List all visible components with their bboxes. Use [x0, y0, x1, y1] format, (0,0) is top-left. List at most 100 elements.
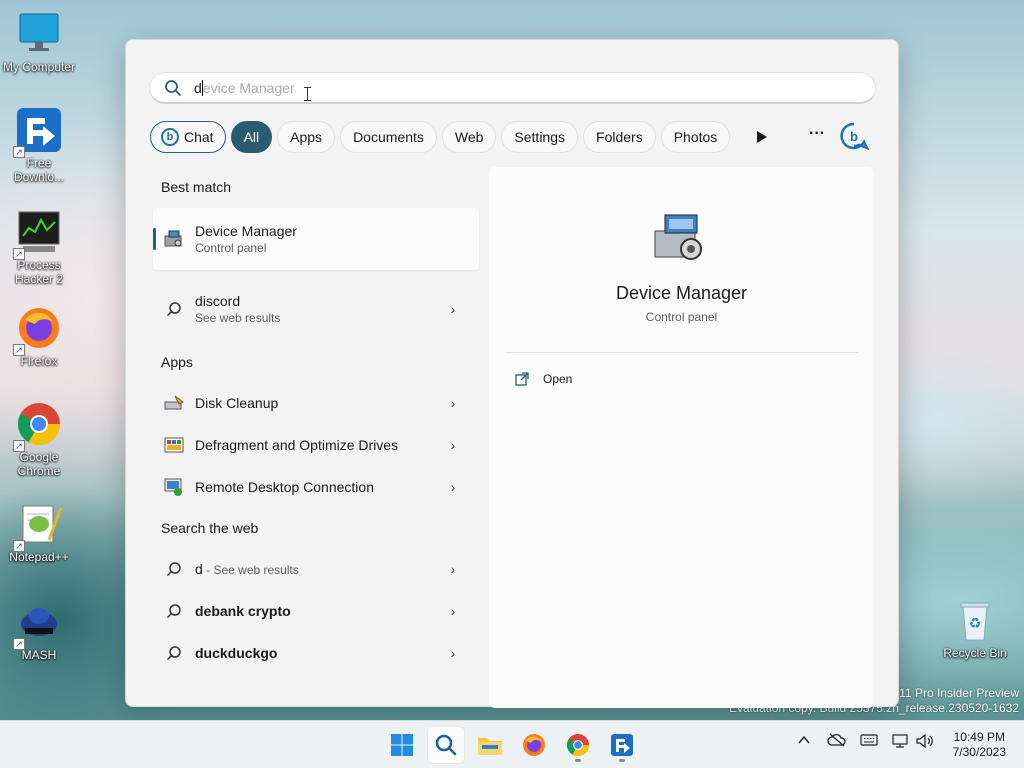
filter-label: Documents — [353, 129, 424, 145]
desktop-icon-google-chrome[interactable]: ↗ Google Chrome — [1, 400, 77, 478]
filter-folders[interactable]: Folders — [583, 121, 656, 153]
app-result-defragment[interactable]: Defragment and Optimize Drives › — [153, 424, 479, 466]
web-suggestion-duckduckgo[interactable]: duckduckgo › — [153, 632, 479, 674]
search-icon — [163, 642, 185, 664]
chevron-right-icon[interactable]: › — [445, 561, 461, 577]
open-external-icon — [515, 372, 529, 386]
chevron-up-icon — [798, 735, 810, 744]
result-title: d — [195, 561, 203, 577]
more-filters-arrow-button[interactable] — [752, 128, 770, 146]
onedrive-status-button[interactable] — [827, 733, 847, 750]
show-hidden-icons-button[interactable] — [797, 733, 811, 750]
desktop-icon-process-hacker[interactable]: ↗ Process Hacker 2 — [1, 208, 77, 286]
web-result-discord[interactable]: discord See web results › — [153, 288, 479, 330]
search-icon — [163, 298, 185, 320]
shortcut-arrow-icon: ↗ — [13, 440, 25, 452]
disk-cleanup-icon — [163, 392, 185, 414]
filter-chat[interactable]: b Chat — [150, 121, 226, 153]
taskbar-chrome[interactable] — [560, 727, 596, 763]
firefox-icon — [523, 734, 545, 756]
defragment-icon — [163, 434, 185, 456]
desktop-icon-mash[interactable]: ↗ MASH — [1, 598, 77, 662]
filter-web[interactable]: Web — [441, 121, 497, 153]
selection-indicator — [153, 228, 156, 250]
app-result-remote-desktop[interactable]: Remote Desktop Connection › — [153, 466, 479, 508]
device-manager-icon — [649, 211, 713, 263]
desktop-icon-free-download[interactable]: ↗ Free Downlo... — [1, 106, 77, 184]
filter-apps[interactable]: Apps — [277, 121, 336, 153]
clock-button[interactable]: 10:49 PM 7/30/2023 — [953, 730, 1006, 760]
app-result-disk-cleanup[interactable]: Disk Cleanup › — [153, 382, 479, 424]
chrome-icon: ↗ — [13, 400, 63, 452]
chevron-right-icon[interactable]: › — [445, 603, 461, 619]
process-hacker-icon: ↗ — [13, 208, 63, 260]
divider — [505, 352, 858, 353]
download-manager-icon: ↗ — [13, 106, 63, 158]
result-title: Defragment and Optimize Drives — [195, 437, 445, 453]
search-web-heading: Search the web — [161, 520, 259, 536]
taskbar-file-explorer[interactable] — [472, 727, 508, 763]
desktop-icon-label: Notepad++ — [9, 550, 69, 564]
start-button[interactable] — [384, 727, 420, 763]
web-suggestion-debank-crypto[interactable]: debank crypto › — [153, 590, 479, 632]
mash-icon: ↗ — [13, 598, 63, 650]
open-action[interactable]: Open — [515, 372, 572, 386]
desktop-icon-label: Google Chrome — [17, 450, 61, 478]
more-options-button[interactable]: ··· — [806, 124, 828, 146]
taskbar: 10:49 PM 7/30/2023 — [0, 720, 1024, 768]
filter-label: Web — [454, 129, 484, 145]
preview-title: Device Manager — [615, 283, 748, 303]
search-icon — [165, 79, 181, 96]
search-autocomplete-suggestion: evice Manager — [202, 79, 295, 96]
keyboard-icon — [860, 734, 878, 746]
filter-documents[interactable]: Documents — [340, 121, 437, 153]
web-suggestion-d[interactable]: d - See web results › — [153, 548, 479, 590]
best-match-device-manager[interactable]: Device Manager Control panel — [153, 208, 479, 270]
network-button[interactable] — [891, 733, 909, 752]
open-action-label: Open — [543, 372, 573, 386]
filter-label: Folders — [596, 129, 643, 145]
chevron-right-icon[interactable]: › — [445, 437, 461, 453]
taskbar-free-download-manager[interactable] — [604, 727, 640, 763]
search-icon — [163, 600, 185, 622]
network-icon — [892, 734, 908, 748]
monitor-icon — [15, 10, 63, 58]
result-title-rest: efragment and Optimize Drives — [205, 437, 399, 453]
desktop-icon-my-computer[interactable]: My Computer — [1, 10, 77, 74]
result-title: duckduckgo — [195, 645, 278, 661]
search-icon — [435, 734, 457, 756]
search-input[interactable]: d evice Manager — [149, 72, 876, 104]
result-title-rest: Remote Desktop Connection — [195, 479, 374, 495]
desktop-icon-label: My Computer — [2, 60, 76, 74]
start-search-panel: d evice Manager b Chat All Apps Documents… — [125, 39, 899, 708]
desktop-icon-firefox[interactable]: ↗ Firefox — [1, 304, 77, 368]
filter-label: Photos — [673, 129, 718, 145]
chevron-right-icon[interactable]: › — [445, 395, 461, 411]
volume-button[interactable] — [915, 733, 935, 752]
remote-desktop-icon — [163, 476, 185, 498]
bing-button[interactable]: b — [839, 122, 870, 151]
chrome-icon — [567, 734, 589, 756]
taskbar-firefox[interactable] — [516, 727, 552, 763]
filter-all[interactable]: All — [230, 121, 273, 153]
apps-heading: Apps — [161, 354, 193, 370]
shortcut-arrow-icon: ↗ — [13, 344, 25, 356]
folder-icon — [478, 738, 502, 755]
desktop-icon-recycle-bin[interactable]: ♻ Recycle Bin — [937, 596, 1013, 660]
result-title-rest: isk Cleanup — [205, 395, 279, 411]
chevron-right-icon[interactable]: › — [445, 479, 461, 495]
bing-chat-icon: b — [161, 128, 179, 146]
play-icon — [757, 131, 767, 143]
filter-label: All — [243, 129, 260, 145]
desktop-icon-notepadpp[interactable]: ↗ Notepad++ — [1, 500, 77, 564]
filter-photos[interactable]: Photos — [660, 121, 731, 153]
shortcut-arrow-icon: ↗ — [13, 146, 25, 158]
chevron-right-icon[interactable]: › — [445, 301, 461, 317]
chevron-right-icon[interactable]: › — [445, 645, 461, 661]
taskbar-search-button[interactable] — [428, 727, 464, 763]
keyboard-layout-button[interactable] — [860, 733, 878, 750]
filter-settings[interactable]: Settings — [501, 121, 579, 153]
result-hint: - See web results — [202, 563, 299, 577]
desktop-icon-label: Process Hacker 2 — [14, 258, 64, 286]
result-subtitle: See web results — [195, 311, 281, 325]
